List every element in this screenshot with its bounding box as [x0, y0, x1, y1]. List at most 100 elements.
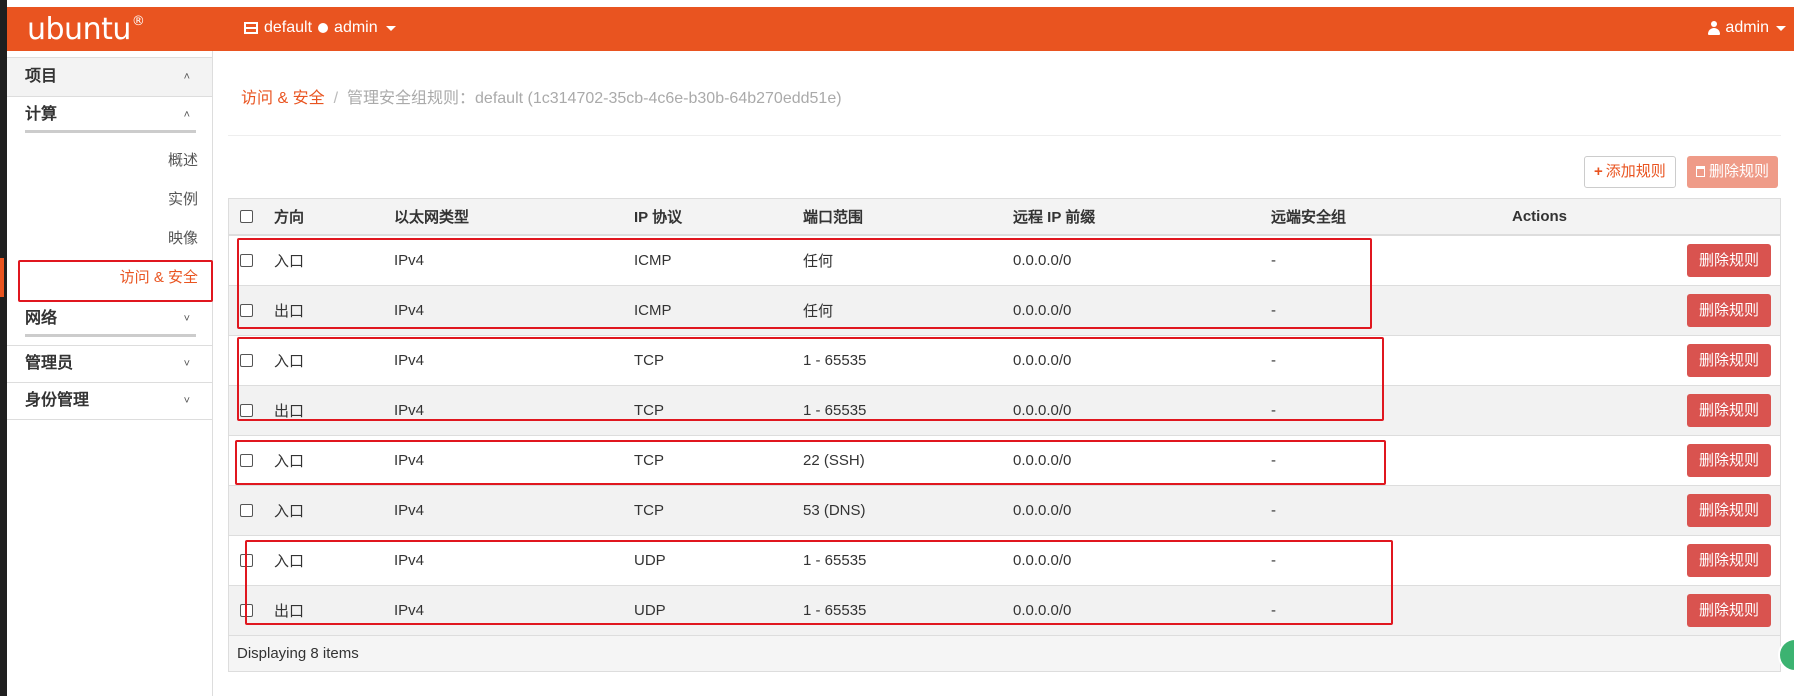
- row-remote-prefix: 0.0.0.0/0: [1013, 552, 1072, 569]
- header-direction[interactable]: 方向: [274, 199, 304, 234]
- row-protocol: UDP: [634, 602, 666, 619]
- plus-icon: +: [1594, 163, 1603, 180]
- breadcrumb-link[interactable]: 访问 & 安全: [241, 90, 325, 107]
- table-body: 入口 IPv4 ICMP 任何 0.0.0.0/0- 删除规则 出口 IPv4 ICMP 任何 0.…: [229, 236, 1780, 636]
- sidebar-section-network[interactable]: 网络 ˅: [7, 301, 212, 337]
- chevron-down-icon: ˅: [183, 395, 190, 407]
- sidebar-section-identity[interactable]: 身份管理 ˅: [7, 383, 212, 420]
- row-port-range: 任何: [803, 303, 834, 320]
- row-remote-prefix: 0.0.0.0/0: [1013, 602, 1072, 619]
- row-checkbox[interactable]: [240, 604, 253, 617]
- table-row: 入口 IPv4 TCP 1 - 65535 0.0.0.0/0 - 删除规则: [229, 336, 1780, 386]
- delete-rule-button[interactable]: 删除规则: [1687, 544, 1771, 577]
- delete-rule-button[interactable]: 删除规则: [1687, 294, 1771, 327]
- row-checkbox-cell: [240, 336, 253, 385]
- sidebar-section-label: 身份管理: [25, 392, 90, 409]
- item-count: Displaying 8 items: [237, 645, 359, 662]
- project-switcher[interactable]: default admin: [244, 19, 396, 37]
- table-row: 出口 IPv4 TCP 1 - 65535 0.0.0.0/0 - 删除规则: [229, 386, 1780, 436]
- caret-down-icon: [385, 25, 396, 31]
- row-checkbox-cell: [240, 486, 253, 535]
- row-checkbox-cell: [240, 436, 253, 485]
- add-rule-button[interactable]: + 添加规则: [1584, 156, 1676, 188]
- sidebar-item-overview[interactable]: 概述: [7, 141, 212, 180]
- header-port-range[interactable]: 端口范围: [803, 199, 863, 234]
- header-actions: Actions: [1512, 208, 1568, 225]
- delete-rule-button[interactable]: 删除规则: [1687, 494, 1771, 527]
- top-navbar: ubuntu® default admin admin: [7, 7, 1794, 51]
- row-ethertype: IPv4: [394, 602, 425, 619]
- row-remote-group: -: [1271, 502, 1276, 519]
- row-remote-prefix: 0.0.0.0/0: [1013, 352, 1072, 369]
- compute-submenu: 概述 实例 映像 访问 & 安全: [0, 133, 212, 301]
- select-all-cell: [240, 199, 253, 234]
- row-remote-prefix: 0.0.0.0/0: [1013, 452, 1072, 469]
- user-icon: [1708, 21, 1721, 35]
- row-checkbox[interactable]: [240, 354, 253, 367]
- row-direction: 入口: [274, 503, 305, 520]
- header-remote-prefix[interactable]: 远程 IP 前缀: [1013, 199, 1095, 234]
- row-checkbox[interactable]: [240, 304, 253, 317]
- row-checkbox[interactable]: [240, 504, 253, 517]
- delete-rule-button[interactable]: 删除规则: [1687, 444, 1771, 477]
- row-port-range: 任何: [803, 253, 834, 270]
- row-remote-prefix: 0.0.0.0/0: [1013, 252, 1072, 269]
- trash-icon: [1696, 166, 1705, 177]
- row-checkbox-cell: [240, 586, 253, 635]
- sidebar-section-label: 网络: [25, 310, 58, 327]
- table-row: 入口 IPv4 UDP 1 - 65535 0.0.0.0/0 - 删除规则: [229, 536, 1780, 586]
- sidebar-section-compute[interactable]: 计算 ˄: [7, 97, 212, 133]
- header-protocol[interactable]: IP 协议: [634, 199, 682, 234]
- user-menu[interactable]: admin: [1708, 19, 1786, 37]
- delete-rule-button[interactable]: 删除规则: [1687, 594, 1771, 627]
- sidebar-item-access-security[interactable]: 访问 & 安全: [0, 258, 212, 297]
- row-remote-group: -: [1271, 252, 1276, 269]
- sidebar-item-instances[interactable]: 实例: [7, 180, 212, 219]
- chevron-down-icon: ˅: [183, 358, 190, 370]
- delete-rule-button[interactable]: 删除规则: [1687, 244, 1771, 277]
- sidebar-section-project[interactable]: 项目 ˄: [7, 57, 212, 97]
- delete-rule-button[interactable]: 删除规则: [1687, 394, 1771, 427]
- ubuntu-logo[interactable]: ubuntu®: [27, 12, 145, 47]
- breadcrumb: 访问 & 安全 / 管理安全组规则：default (1c314702-35cb-4…: [241, 84, 842, 108]
- header-remote-group[interactable]: 远端安全组: [1271, 199, 1346, 234]
- add-rule-label: 添加规则: [1605, 163, 1666, 180]
- caret-down-icon: [1776, 25, 1786, 31]
- row-ethertype: IPv4: [394, 302, 425, 319]
- row-protocol: TCP: [634, 402, 664, 419]
- row-checkbox[interactable]: [240, 404, 253, 417]
- select-all-checkbox[interactable]: [240, 210, 253, 223]
- header-ethertype[interactable]: 以太网类型: [394, 199, 469, 234]
- row-checkbox[interactable]: [240, 454, 253, 467]
- row-checkbox-cell: [240, 386, 253, 435]
- delete-rules-button[interactable]: 删除规则: [1687, 156, 1779, 188]
- breadcrumb-current: 管理安全组规则：default (1c314702-35cb-4c6e-b30b…: [347, 90, 842, 107]
- table-row: 入口 IPv4 ICMP 任何 0.0.0.0/0 - 删除规则: [229, 236, 1780, 286]
- breadcrumb-separator: /: [333, 90, 339, 107]
- row-protocol: ICMP: [634, 252, 672, 269]
- sidebar-section-admin[interactable]: 管理员 ˅: [7, 345, 212, 383]
- row-remote-group: -: [1271, 602, 1276, 619]
- row-checkbox-cell: [240, 236, 253, 285]
- sidebar-item-images[interactable]: 映像: [7, 219, 212, 258]
- row-checkbox[interactable]: [240, 554, 253, 567]
- row-ethertype: IPv4: [394, 352, 425, 369]
- chevron-up-icon: ˄: [183, 109, 190, 121]
- delete-rule-button[interactable]: 删除规则: [1687, 344, 1771, 377]
- project-name: default: [264, 19, 313, 36]
- row-ethertype: IPv4: [394, 502, 425, 519]
- row-remote-group: -: [1271, 352, 1276, 369]
- table-row: 入口 IPv4 TCP 53 (DNS) 0.0.0.0/0 - 删除规则: [229, 486, 1780, 536]
- row-checkbox[interactable]: [240, 254, 253, 267]
- brand-mark: ®: [131, 14, 145, 29]
- sidebar-section-label: 计算: [25, 106, 58, 123]
- table-row: 出口 IPv4 ICMP 任何 0.0.0.0/0 - 删除规则: [229, 286, 1780, 336]
- row-remote-group: -: [1271, 552, 1276, 569]
- rules-table: 方向 以太网类型 IP 协议 端口范围 远程 IP 前缀 远端安全组 Actio…: [228, 198, 1781, 672]
- row-ethertype: IPv4: [394, 402, 425, 419]
- row-direction: 入口: [274, 253, 305, 270]
- row-remote-prefix: 0.0.0.0/0: [1013, 502, 1072, 519]
- row-protocol: TCP: [634, 502, 664, 519]
- row-direction: 入口: [274, 353, 305, 370]
- row-checkbox-cell: [240, 536, 253, 585]
